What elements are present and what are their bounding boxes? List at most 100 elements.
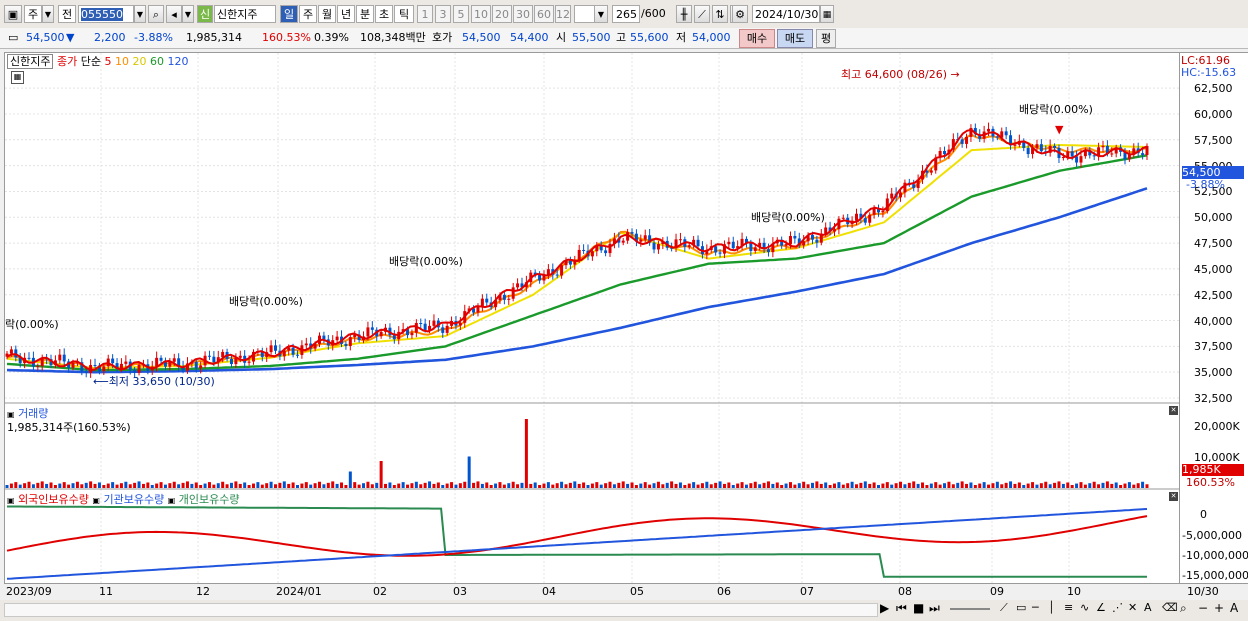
legend-ma120[interactable]: 120	[167, 55, 188, 68]
tab-week[interactable]: 주	[299, 5, 317, 23]
volume-bar	[960, 481, 964, 488]
count-input[interactable]: 265	[612, 5, 640, 23]
wave-icon[interactable]: ⋰	[1112, 601, 1123, 614]
volume-bar	[313, 483, 317, 488]
legend-inst[interactable]: 기관보유수량	[103, 493, 164, 506]
volume-bar	[648, 484, 652, 488]
draw-line-icon[interactable]: ⟋	[1000, 601, 1008, 615]
horizontal-scrollbar[interactable]	[4, 603, 878, 617]
stock-code-dropdown-icon[interactable]: ▼	[134, 5, 146, 23]
candle-type-icon[interactable]: ╫	[676, 5, 692, 23]
calendar-icon[interactable]: ▦	[820, 5, 834, 23]
legend-ma20[interactable]: 20	[132, 55, 146, 68]
window-menu-icon[interactable]: ▣	[4, 5, 22, 23]
x-tick-02: 02	[373, 585, 387, 598]
interval-5[interactable]: 5	[453, 5, 469, 23]
eraser-icon[interactable]: ⌫	[1162, 601, 1178, 614]
market-type-select[interactable]: 주	[24, 5, 42, 23]
legend-close[interactable]: 종가	[57, 55, 77, 68]
zoom-icon[interactable]: ⌕	[1180, 601, 1187, 616]
x-tick-04: 04	[542, 585, 556, 598]
tab-minute[interactable]: 분	[356, 5, 374, 23]
stock-name-field[interactable]: 신한지주	[214, 5, 276, 23]
legend-ma5[interactable]: 5	[104, 55, 111, 68]
table-view-icon[interactable]: ▦	[11, 71, 24, 84]
tab-year[interactable]: 년	[337, 5, 355, 23]
eval-button[interactable]: 평	[816, 29, 836, 48]
close-holdings-pane-icon[interactable]: ✕	[1169, 492, 1178, 501]
volume-bar	[379, 461, 383, 488]
interval-10[interactable]: 10	[471, 5, 491, 23]
date-input[interactable]: 2024/10/30	[752, 5, 820, 23]
draw-hline-icon[interactable]: ─	[1032, 601, 1039, 614]
legend-ma10[interactable]: 10	[115, 55, 129, 68]
draw-vline-icon[interactable]: │	[1048, 601, 1055, 614]
buy-button[interactable]: 매수	[739, 29, 775, 48]
volume-bar	[273, 484, 277, 488]
fast-forward-icon[interactable]: ⏭	[929, 601, 940, 616]
x-tick-12: 12	[196, 585, 210, 598]
candle-body	[119, 363, 123, 369]
interval-3[interactable]: 3	[435, 5, 451, 23]
volume-bar	[84, 482, 88, 488]
trend-icon[interactable]: ∿	[1080, 601, 1089, 614]
close-volume-pane-icon[interactable]: ✕	[1169, 406, 1178, 415]
interval-60[interactable]: 60	[534, 5, 554, 23]
pane-handle-icon[interactable]: ▣	[7, 410, 15, 419]
interval-30[interactable]: 30	[513, 5, 533, 23]
volume-bar	[894, 483, 898, 488]
candle-body	[810, 234, 814, 240]
prev-button[interactable]: 전	[58, 5, 76, 23]
scroll-right-icon[interactable]: ▶	[880, 601, 889, 615]
legend-stock[interactable]: 신한지주	[7, 54, 54, 69]
candle-body	[753, 247, 757, 251]
zoom-slider[interactable]	[950, 608, 990, 610]
sell-button[interactable]: 매도	[777, 29, 813, 48]
candle-body	[621, 240, 625, 243]
interval-20[interactable]: 20	[492, 5, 512, 23]
fib-icon[interactable]: ≡	[1064, 601, 1073, 614]
market-type-dropdown-icon[interactable]: ▼	[42, 5, 54, 23]
volume-bar	[639, 483, 643, 488]
interval-120[interactable]: 120	[555, 5, 571, 23]
custom-interval-dropdown-icon[interactable]: ▼	[594, 5, 608, 23]
draw-box-icon[interactable]: ▭	[1016, 601, 1026, 614]
legend-ma60[interactable]: 60	[150, 55, 164, 68]
holdings-lines	[6, 505, 1148, 580]
settings-gear-icon[interactable]: ⚙	[732, 5, 748, 23]
volume-bar	[397, 483, 401, 488]
volume-bar	[137, 481, 141, 488]
zoom-in-icon[interactable]: +	[1214, 601, 1224, 615]
tab-month[interactable]: 월	[318, 5, 336, 23]
volume-bar	[207, 482, 211, 488]
speaker-icon[interactable]: ◂	[166, 5, 182, 23]
compare-icon[interactable]: ⇅	[712, 5, 728, 23]
line-tool-icon[interactable]: ⟋	[694, 5, 710, 23]
candle-body	[458, 322, 462, 326]
tab-tick[interactable]: 틱	[394, 5, 414, 23]
volume-bar	[309, 484, 313, 488]
font-size-icon[interactable]: A	[1230, 601, 1238, 615]
candle-body	[366, 327, 370, 337]
legend-indiv[interactable]: 개인보유수량	[179, 493, 240, 506]
angle-icon[interactable]: ∠	[1096, 601, 1106, 614]
zoom-out-icon[interactable]: −	[1198, 601, 1208, 615]
legend-foreign[interactable]: 외국인보유수량	[18, 493, 89, 506]
interval-1[interactable]: 1	[417, 5, 433, 23]
chart-area[interactable]: 신한지주 종가 단순 5 10 20 60 120 ▦ 최고 64,600 (0…	[4, 52, 1181, 585]
volume-bar	[912, 481, 916, 488]
holdings-handle-icon[interactable]: ▣	[7, 496, 15, 505]
tab-day[interactable]: 일	[280, 5, 298, 23]
text-tool-icon[interactable]: A	[1144, 601, 1152, 614]
dividend-annotation-5: 배당락(0.00%)	[1019, 103, 1093, 116]
cross-icon[interactable]: ✕	[1128, 601, 1137, 614]
candle-body	[1110, 153, 1114, 155]
volume-bar	[868, 483, 872, 488]
tab-second[interactable]: 초	[375, 5, 393, 23]
rewind-icon[interactable]: ⏮	[896, 601, 907, 616]
stop-icon[interactable]: ■	[913, 601, 924, 615]
stock-code-input[interactable]: 055550	[78, 5, 134, 23]
speaker-dropdown-icon[interactable]: ▼	[182, 5, 194, 23]
search-icon[interactable]: ⌕	[148, 5, 164, 23]
candle-body	[630, 232, 634, 234]
